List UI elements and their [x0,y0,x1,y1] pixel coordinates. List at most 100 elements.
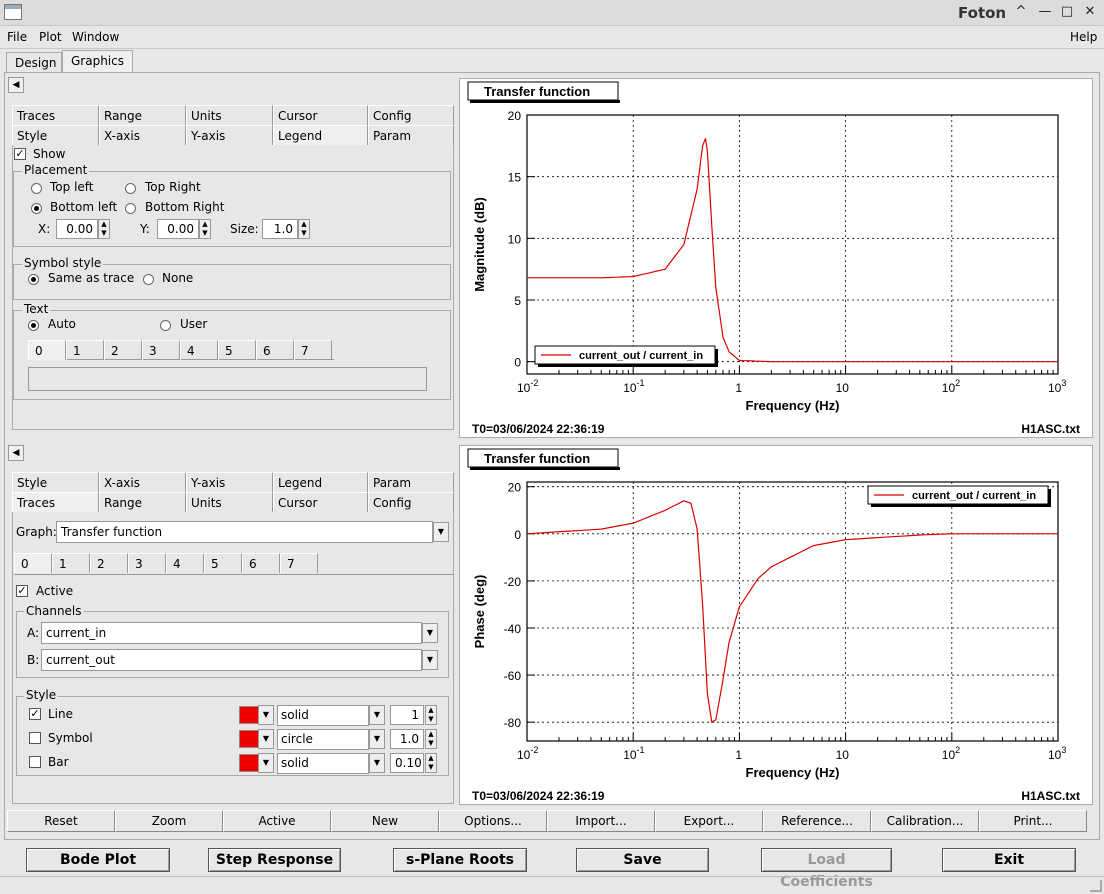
bar-color-dropdown-icon[interactable]: ▼ [258,753,274,773]
toolbar-export-button[interactable]: Export... [655,810,763,832]
channel-b-dropdown-icon[interactable]: ▼ [422,650,438,670]
toolbar-options-button[interactable]: Options... [439,810,547,832]
graph-select[interactable]: Transfer function [56,521,433,543]
tab-legend[interactable]: Legend [273,472,368,492]
trace-tab-0[interactable]: 0 [28,340,66,360]
minimize-icon[interactable]: — [1035,3,1055,21]
x-spin-icon[interactable]: ▲ ▼ [98,219,110,239]
tab-range[interactable]: Range [99,492,186,512]
tab-style[interactable]: Style [12,472,99,492]
toolbar-import-button[interactable]: Import... [547,810,655,832]
save-button[interactable]: Save [576,848,709,872]
bottom-right-radio[interactable] [125,203,136,214]
bode-plot-button[interactable]: Bode Plot [26,848,170,872]
top-left-radio[interactable] [31,183,42,194]
tab-legend[interactable]: Legend [273,125,368,145]
line-color-swatch[interactable] [239,706,259,724]
bar-checkbox[interactable] [29,756,41,768]
auto-radio[interactable] [28,320,39,331]
top-right-radio[interactable] [125,183,136,194]
collapse-left-icon[interactable]: ◀ [8,77,24,93]
tab-y-axis[interactable]: Y-axis [186,125,273,145]
tab-param[interactable]: Param [368,125,454,145]
trace-tab-6[interactable]: 6 [242,553,280,573]
line-style-dropdown-icon[interactable]: ▼ [369,705,385,725]
trace-tab-4[interactable]: 4 [166,553,204,573]
symbol-checkbox[interactable] [29,732,41,744]
channel-b-input[interactable]: current_out [41,649,422,671]
trace-tab-5[interactable]: 5 [204,553,242,573]
toolbar-zoom-button[interactable]: Zoom [115,810,223,832]
trace-tab-2[interactable]: 2 [90,553,128,573]
bar-width-spin-icon[interactable]: ▲ ▼ [425,753,437,773]
symbol-style-dropdown-icon[interactable]: ▼ [369,729,385,749]
x-position-input[interactable]: 0.00 [56,219,98,239]
channel-a-dropdown-icon[interactable]: ▼ [422,623,438,643]
trace-tab-1[interactable]: 1 [66,340,104,360]
toolbar-reference-button[interactable]: Reference... [763,810,871,832]
line-style-select[interactable]: solid [277,705,369,726]
symbol-color-swatch[interactable] [239,730,259,748]
menu-file[interactable]: File [7,30,27,44]
exit-button[interactable]: Exit [942,848,1076,872]
phase-plot[interactable]: Transfer function 10-2 10-1 1 10 102 103 -80 -60… [460,446,1092,804]
symbol-color-dropdown-icon[interactable]: ▼ [258,729,274,749]
menu-plot[interactable]: Plot [39,30,62,44]
tab-y-axis[interactable]: Y-axis [186,472,273,492]
bar-width-input[interactable]: 0.10 [390,753,424,773]
toolbar-calibration-button[interactable]: Calibration... [871,810,979,832]
trace-tab-4[interactable]: 4 [180,340,218,360]
load-coefficients-button[interactable]: Load Coefficients [761,848,892,890]
channel-a-input[interactable]: current_in [41,622,422,644]
legend-text-input[interactable] [28,367,427,391]
show-checkbox[interactable]: ✓ [14,148,26,160]
tab-cursor[interactable]: Cursor [273,105,368,125]
toolbar-print-button[interactable]: Print... [979,810,1087,832]
tab-param[interactable]: Param [368,472,454,492]
trace-tab-3[interactable]: 3 [142,340,180,360]
symbol-size-input[interactable]: 1.0 [390,729,424,749]
toolbar-new-button[interactable]: New [331,810,439,832]
resize-grip-icon[interactable] [1090,880,1102,892]
graph-dropdown-icon[interactable]: ▼ [433,522,449,542]
none-radio[interactable] [143,274,154,285]
symbol-style-select[interactable]: circle [277,729,369,750]
menu-help[interactable]: Help [1070,30,1097,44]
y-spin-icon[interactable]: ▲ ▼ [199,219,211,239]
tab-cursor[interactable]: Cursor [273,492,368,512]
tab-config[interactable]: Config [368,105,454,125]
tab-units[interactable]: Units [186,492,273,512]
line-checkbox[interactable]: ✓ [29,708,41,720]
symbol-size-spin-icon[interactable]: ▲ ▼ [425,729,437,749]
toolbar-reset-button[interactable]: Reset [7,810,115,832]
tab-x-axis[interactable]: X-axis [99,125,186,145]
bar-style-dropdown-icon[interactable]: ▼ [369,753,385,773]
trace-tab-6[interactable]: 6 [256,340,294,360]
size-input[interactable]: 1.0 [262,219,298,239]
size-spin-icon[interactable]: ▲ ▼ [298,219,310,239]
line-color-dropdown-icon[interactable]: ▼ [258,705,274,725]
trace-tab-3[interactable]: 3 [128,553,166,573]
bar-color-swatch[interactable] [239,754,259,772]
tab-style[interactable]: Style [12,125,99,145]
s-plane-roots-button[interactable]: s-Plane Roots [393,848,527,872]
same-as-trace-radio[interactable] [28,274,39,285]
tab-traces[interactable]: Traces [12,492,99,512]
magnitude-plot[interactable]: Transfer function 10-2 10-1 1 10 102 103 0 5 10 15… [460,79,1092,437]
bar-style-select[interactable]: solid [277,753,369,774]
tab-range[interactable]: Range [99,105,186,125]
trace-tab-7[interactable]: 7 [280,553,318,573]
trace-tab-0[interactable]: 0 [14,553,52,573]
tab-traces[interactable]: Traces [12,105,99,125]
tab-design[interactable]: Design [6,52,62,72]
menu-window[interactable]: Window [72,30,119,44]
bottom-left-radio[interactable] [31,203,42,214]
tab-x-axis[interactable]: X-axis [99,472,186,492]
close-icon[interactable]: ✕ [1080,3,1100,21]
toolbar-active-button[interactable]: Active [223,810,331,832]
active-checkbox[interactable]: ✓ [16,585,28,597]
trace-tab-5[interactable]: 5 [218,340,256,360]
trace-tab-2[interactable]: 2 [104,340,142,360]
line-width-input[interactable]: 1 [390,705,424,725]
tab-units[interactable]: Units [186,105,273,125]
